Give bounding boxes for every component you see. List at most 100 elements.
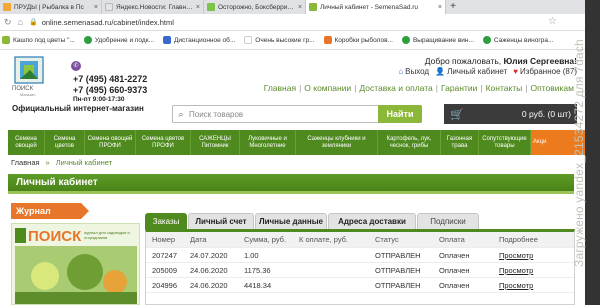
category-item[interactable]: Саженцы клубники и земляники	[296, 130, 378, 155]
tab-personal-data[interactable]: Личные данные	[255, 213, 327, 229]
order-status: ОТПРАВЛЕН	[375, 280, 421, 290]
order-number: 205009	[152, 265, 178, 275]
cart-button[interactable]: 🛒 0 руб. (0 шт)	[444, 104, 577, 124]
table-row: 205009 24.06.2020 1175.36 ОТПРАВЛЕН Опла…	[146, 263, 574, 278]
issue-badge	[15, 228, 26, 243]
view-order-link[interactable]: Просмотр	[493, 266, 563, 275]
browser-tab-1[interactable]: ПРУДЫ | Рыбалка в Пс ×	[0, 0, 102, 14]
browser-tab-2[interactable]: Яндекс.Новости: Главные новос ×	[102, 0, 204, 14]
breadcrumb-current: Личный кабинет	[55, 158, 113, 167]
column-header: Номер	[152, 235, 176, 244]
bookmark-favicon	[482, 36, 491, 44]
search-icon: ⌕	[178, 108, 184, 119]
site-logo[interactable]	[14, 56, 44, 84]
category-item[interactable]: Семена цветов ПРОФИ	[136, 130, 191, 155]
category-item[interactable]: Сопутствующие товары	[479, 130, 531, 155]
menu-item-guarantees[interactable]: Гарантии	[438, 83, 480, 93]
phone-2[interactable]: +7 (495) 660-9373	[73, 85, 147, 95]
category-item[interactable]: Картофель, лук, чеснок, грибы	[378, 130, 441, 155]
category-item[interactable]: САЖЕНЦЫ Питомник	[191, 130, 240, 155]
tab-subscriptions[interactable]: Подписки	[417, 213, 479, 229]
browser-tab-3[interactable]: Осторожно, Боксберри (Boxberr ×	[204, 0, 306, 14]
top-menu: Главная | О компании | Доставка и оплата | …	[261, 83, 577, 93]
tab-addresses[interactable]: Адреса доставки	[328, 213, 416, 229]
logout-link[interactable]: ⌂ Выход	[398, 67, 429, 76]
favorites-label: Избранное (87)	[520, 67, 577, 76]
lock-icon[interactable]: 🔒	[29, 18, 38, 26]
column-header: Статус	[375, 235, 399, 244]
category-item[interactable]: Семена овощей	[8, 130, 45, 155]
order-payment: Оплачен	[439, 250, 470, 260]
close-icon[interactable]: ×	[94, 4, 98, 11]
bookmark-item[interactable]: Кашпо под цветы "...	[2, 36, 75, 44]
tab-favicon	[3, 3, 11, 11]
breadcrumb: Главная » Личный кабинет	[11, 158, 112, 167]
order-date: 24.07.2020	[190, 250, 228, 260]
close-icon[interactable]: ×	[298, 4, 302, 11]
menu-item-home[interactable]: Главная	[261, 83, 299, 93]
page-title: Личный кабинет	[8, 174, 574, 194]
menu-item-delivery[interactable]: Доставка и оплата	[356, 83, 435, 93]
table-header: Номер Дата Сумма, руб. К оплате, руб. Ст…	[146, 232, 574, 248]
tab-favicon	[207, 3, 215, 11]
orders-table: Номер Дата Сумма, руб. К оплате, руб. Ст…	[145, 229, 575, 305]
cabinet-link[interactable]: 👤 Личный кабинет	[435, 67, 507, 76]
bookmark-item[interactable]: Очень высокие гр...	[244, 36, 315, 44]
address-bar: ↻ ⌂ 🔒 online.semenasad.ru/cabinet/index.…	[0, 14, 585, 31]
search-input[interactable]: Поиск товаров	[189, 110, 378, 119]
close-icon[interactable]: ×	[196, 4, 200, 11]
menu-item-contacts[interactable]: Контакты	[483, 83, 526, 93]
search-box: ⌕ Поиск товаров Найти	[172, 105, 422, 123]
heart-icon: ♥	[513, 67, 518, 76]
tab-orders[interactable]: Заказы	[145, 213, 187, 229]
table-row: 207247 24.07.2020 1.00 ОТПРАВЛЕН Оплачен…	[146, 248, 574, 263]
view-order-link[interactable]: Просмотр	[493, 281, 563, 290]
bookmark-item[interactable]: Дистанционное об...	[162, 36, 236, 44]
order-date: 24.06.2020	[190, 280, 228, 290]
url-field[interactable]: 🔒 online.semenasad.ru/cabinet/index.html	[29, 18, 174, 27]
browser-tab-4[interactable]: Личный кабинет - SemenaSad.ru ×	[306, 0, 446, 14]
close-icon[interactable]: ×	[438, 4, 442, 11]
journal-cover[interactable]: ПОИСК журнал для садоводов и огородников	[11, 223, 140, 305]
category-item[interactable]: Семена овощей ПРОФИ	[85, 130, 136, 155]
order-status: ОТПРАВЛЕН	[375, 265, 421, 275]
work-hours: Пн-пт 9:00-17:30	[73, 96, 125, 103]
category-item[interactable]: Семена цветов	[45, 130, 85, 155]
home-icon[interactable]: ⌂	[18, 17, 23, 27]
bookmark-label: Кашпо под цветы "...	[13, 36, 75, 44]
menu-item-wholesale[interactable]: Оптовикам	[528, 83, 577, 93]
order-number: 207247	[152, 250, 178, 260]
bookmark-item[interactable]: Коробки рыболов...	[323, 36, 393, 44]
favorites-link[interactable]: ♥ Избранное (87)	[513, 67, 577, 76]
bookmark-item[interactable]: Выращивание вин...	[401, 36, 474, 44]
new-tab-button[interactable]: +	[446, 0, 460, 14]
menu-item-about[interactable]: О компании	[301, 83, 354, 93]
logo-subtitle: Магазин	[20, 92, 36, 97]
bookmark-label: Дистанционное об...	[173, 36, 236, 44]
column-header: К оплате, руб.	[299, 235, 349, 244]
phone-1[interactable]: +7 (495) 481-2272	[73, 74, 147, 84]
bookmark-item[interactable]: Удобрение и подк...	[83, 36, 154, 44]
breadcrumb-home[interactable]: Главная	[11, 158, 40, 167]
column-header: Оплата	[439, 235, 465, 244]
column-header: Сумма, руб.	[244, 235, 287, 244]
search-button[interactable]: Найти	[378, 105, 422, 123]
category-item[interactable]: Газонная трава	[441, 130, 479, 155]
tab-balance[interactable]: Личный счет	[188, 213, 254, 229]
user-icon: 👤	[435, 67, 446, 76]
category-item[interactable]: Луковичные и Многолетние	[240, 130, 296, 155]
browser-tab-strip: ПРУДЫ | Рыбалка в Пс × Яндекс.Новости: Г…	[0, 0, 585, 14]
cabinet-label: Личный кабинет	[447, 67, 508, 76]
bookmark-favicon	[244, 36, 253, 44]
reload-icon[interactable]: ↻	[4, 17, 12, 28]
welcome-text: Добро пожаловать, Юлия Сергеевна!	[425, 56, 577, 66]
bookmark-favicon	[401, 36, 410, 44]
view-order-link[interactable]: Просмотр	[493, 251, 563, 260]
order-payment: Оплачен	[439, 280, 470, 290]
bookmark-favicon	[162, 36, 171, 44]
bookmark-star-icon[interactable]: ☆	[548, 16, 557, 27]
watermark: Загружено yandex_21534272 для 7dach	[572, 39, 586, 267]
tab-favicon	[105, 3, 113, 11]
bookmark-item[interactable]: Саженцы виногра...	[482, 36, 553, 44]
welcome-label: Добро пожаловать,	[424, 56, 502, 66]
